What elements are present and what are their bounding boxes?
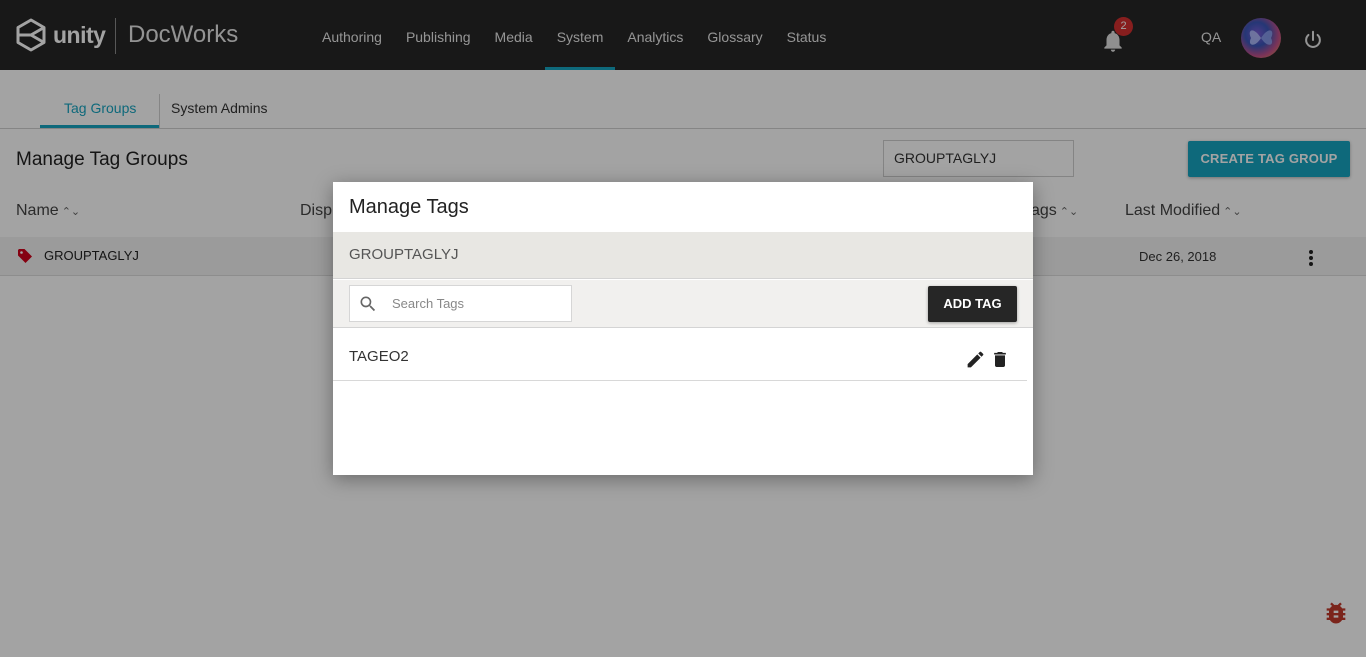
search-tags-input[interactable] <box>390 287 565 320</box>
dialog-group-name: GROUPTAGLYJ <box>349 246 459 263</box>
delete-icon[interactable] <box>990 349 1010 370</box>
dialog-group-header: GROUPTAGLYJ <box>333 232 1033 279</box>
tag-list-item: TAGEO2 <box>333 328 1027 381</box>
manage-tags-dialog: Manage Tags GROUPTAGLYJ ADD TAG TAGEO2 <box>333 182 1033 475</box>
edit-icon[interactable] <box>965 349 986 370</box>
dialog-toolbar: ADD TAG <box>333 280 1033 328</box>
search-icon <box>360 296 376 312</box>
add-tag-button[interactable]: ADD TAG <box>928 286 1017 322</box>
tag-name: TAGEO2 <box>349 348 409 365</box>
dialog-title: Manage Tags <box>349 196 469 218</box>
search-tags-box[interactable] <box>349 285 572 322</box>
